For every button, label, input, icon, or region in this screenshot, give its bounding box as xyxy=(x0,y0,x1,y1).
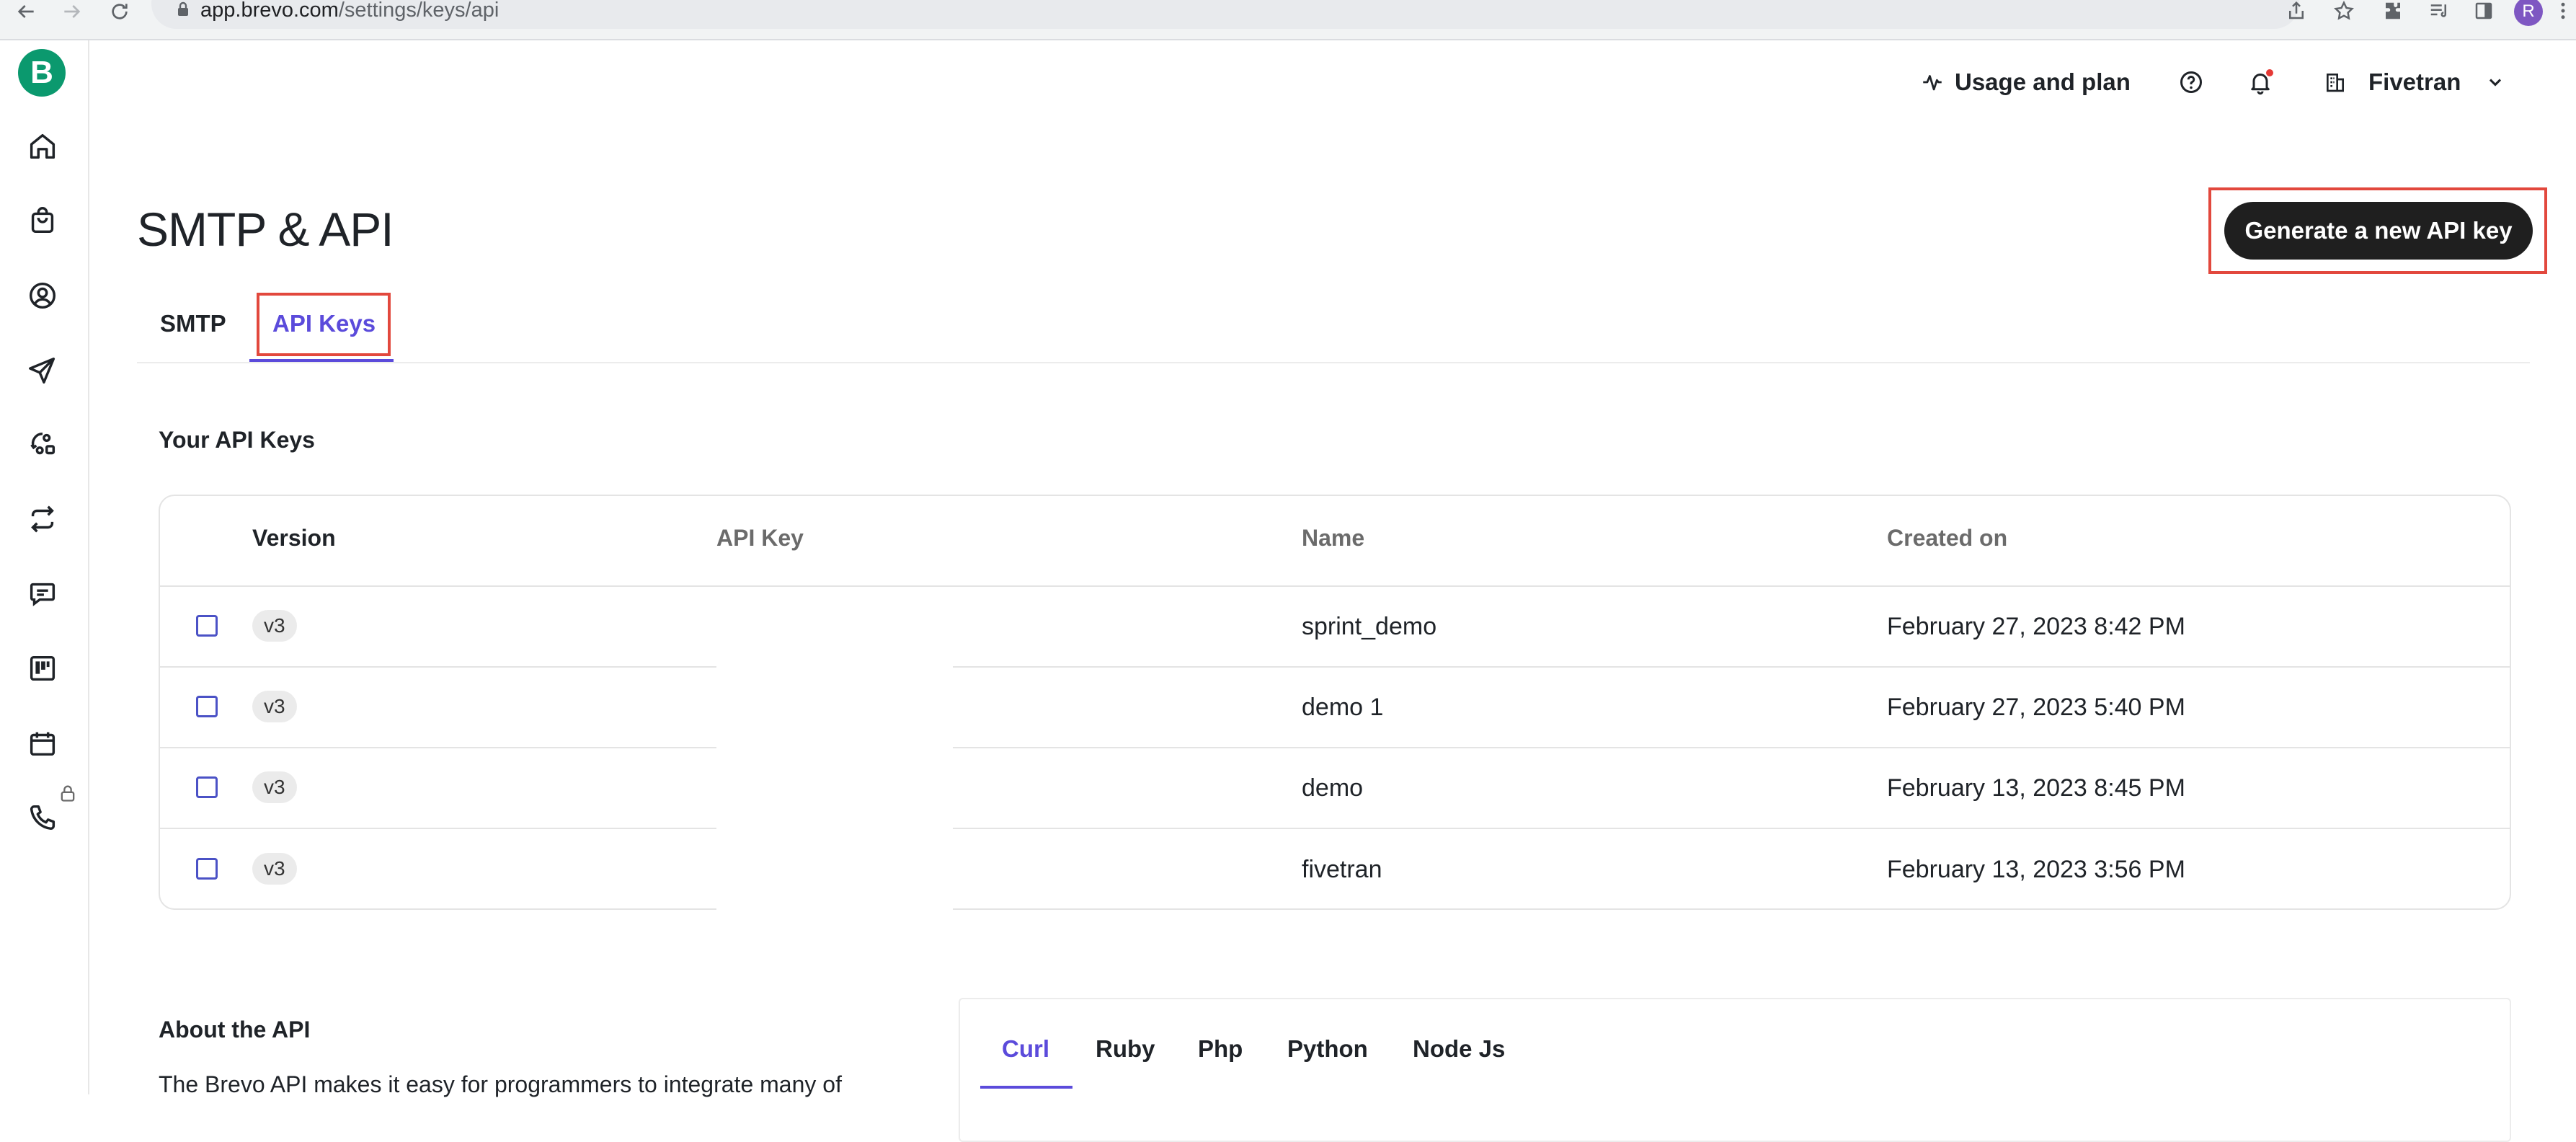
bookmark-star-icon[interactable] xyxy=(2331,0,2357,25)
deals-icon[interactable] xyxy=(26,652,59,685)
redacted-api-key-column xyxy=(716,588,953,911)
lock-icon xyxy=(176,1,190,17)
table-divider xyxy=(160,828,2510,829)
tab-ruby[interactable]: Ruby xyxy=(1096,1035,1155,1063)
table-divider xyxy=(160,666,2510,668)
active-language-tab-indicator xyxy=(980,1086,1072,1089)
account-menu[interactable]: Fivetran xyxy=(2324,66,2505,98)
version-badge: v3 xyxy=(252,853,297,885)
usage-and-plan-label: Usage and plan xyxy=(1955,68,2131,95)
tab-node-js[interactable]: Node Js xyxy=(1413,1035,1505,1063)
tabs-divider xyxy=(137,362,2530,363)
about-api-title: About the API xyxy=(159,1017,311,1043)
created-on: February 13, 2023 8:45 PM xyxy=(1887,774,2185,802)
forward-icon[interactable] xyxy=(58,0,86,26)
highlight-generate-button xyxy=(2208,187,2547,274)
reading-list-icon[interactable] xyxy=(2426,0,2452,25)
key-name: demo xyxy=(1302,774,1364,802)
created-on: February 13, 2023 3:56 PM xyxy=(1887,856,2185,883)
version-badge: v3 xyxy=(252,610,297,642)
row-checkbox[interactable] xyxy=(196,615,218,637)
building-icon xyxy=(2324,71,2347,94)
key-name: demo 1 xyxy=(1302,694,1384,721)
address-bar[interactable]: app.brevo.com/settings/keys/api xyxy=(151,0,2299,29)
code-sample-panel xyxy=(959,998,2511,1142)
key-name: fivetran xyxy=(1302,856,1382,883)
row-checkbox[interactable] xyxy=(196,696,218,717)
tab-php[interactable]: Php xyxy=(1198,1035,1243,1063)
contacts-icon[interactable] xyxy=(26,279,59,312)
notification-dot xyxy=(2266,69,2273,76)
tab-python[interactable]: Python xyxy=(1287,1035,1368,1063)
key-name: sprint_demo xyxy=(1302,613,1437,640)
back-icon[interactable] xyxy=(12,0,40,26)
about-api-text: The Brevo API makes it easy for programm… xyxy=(159,1071,842,1097)
extensions-icon[interactable] xyxy=(2380,0,2406,25)
share-icon[interactable] xyxy=(2283,0,2309,25)
home-icon[interactable] xyxy=(26,130,59,163)
conversations-icon[interactable] xyxy=(26,577,59,611)
activity-icon xyxy=(1920,70,1945,94)
sidebar: B xyxy=(0,40,89,1094)
table-divider xyxy=(160,747,2510,748)
lock-icon xyxy=(58,783,78,803)
column-header-version: Version xyxy=(252,525,336,551)
profile-avatar[interactable]: R xyxy=(2514,0,2543,26)
send-icon[interactable] xyxy=(26,353,59,386)
row-checkbox[interactable] xyxy=(196,858,218,880)
created-on: February 27, 2023 5:40 PM xyxy=(1887,694,2185,721)
transactional-icon[interactable] xyxy=(26,503,59,536)
phone-icon[interactable] xyxy=(26,801,59,834)
created-on: February 27, 2023 8:42 PM xyxy=(1887,613,2185,640)
usage-and-plan-link[interactable]: Usage and plan xyxy=(1920,66,2131,98)
automation-icon[interactable] xyxy=(26,428,59,461)
highlight-api-keys-tab xyxy=(257,293,391,356)
api-keys-section-title: Your API Keys xyxy=(159,427,315,453)
account-name: Fivetran xyxy=(2368,68,2461,95)
reload-icon[interactable] xyxy=(105,0,134,26)
column-header-created-on: Created on xyxy=(1887,525,2008,551)
browser-menu-icon[interactable] xyxy=(2550,0,2576,25)
table-divider xyxy=(160,585,2510,587)
column-header-name: Name xyxy=(1302,525,1365,551)
browser-toolbar: app.brevo.com/settings/keys/api R xyxy=(0,0,2576,40)
version-badge: v3 xyxy=(252,771,297,803)
help-icon[interactable] xyxy=(2178,66,2204,98)
chevron-down-icon xyxy=(2485,72,2505,92)
row-checkbox[interactable] xyxy=(196,776,218,798)
tab-curl[interactable]: Curl xyxy=(1002,1035,1049,1063)
shopping-bag-icon[interactable] xyxy=(26,204,59,237)
url-text: app.brevo.com/settings/keys/api xyxy=(200,0,499,22)
column-header-api-key: API Key xyxy=(716,525,804,551)
page-title: SMTP & API xyxy=(137,203,394,256)
tab-smtp[interactable]: SMTP xyxy=(160,310,226,337)
brevo-logo[interactable]: B xyxy=(18,49,66,97)
calendar-icon[interactable] xyxy=(26,727,59,760)
version-badge: v3 xyxy=(252,691,297,722)
side-panel-icon[interactable] xyxy=(2471,0,2497,25)
